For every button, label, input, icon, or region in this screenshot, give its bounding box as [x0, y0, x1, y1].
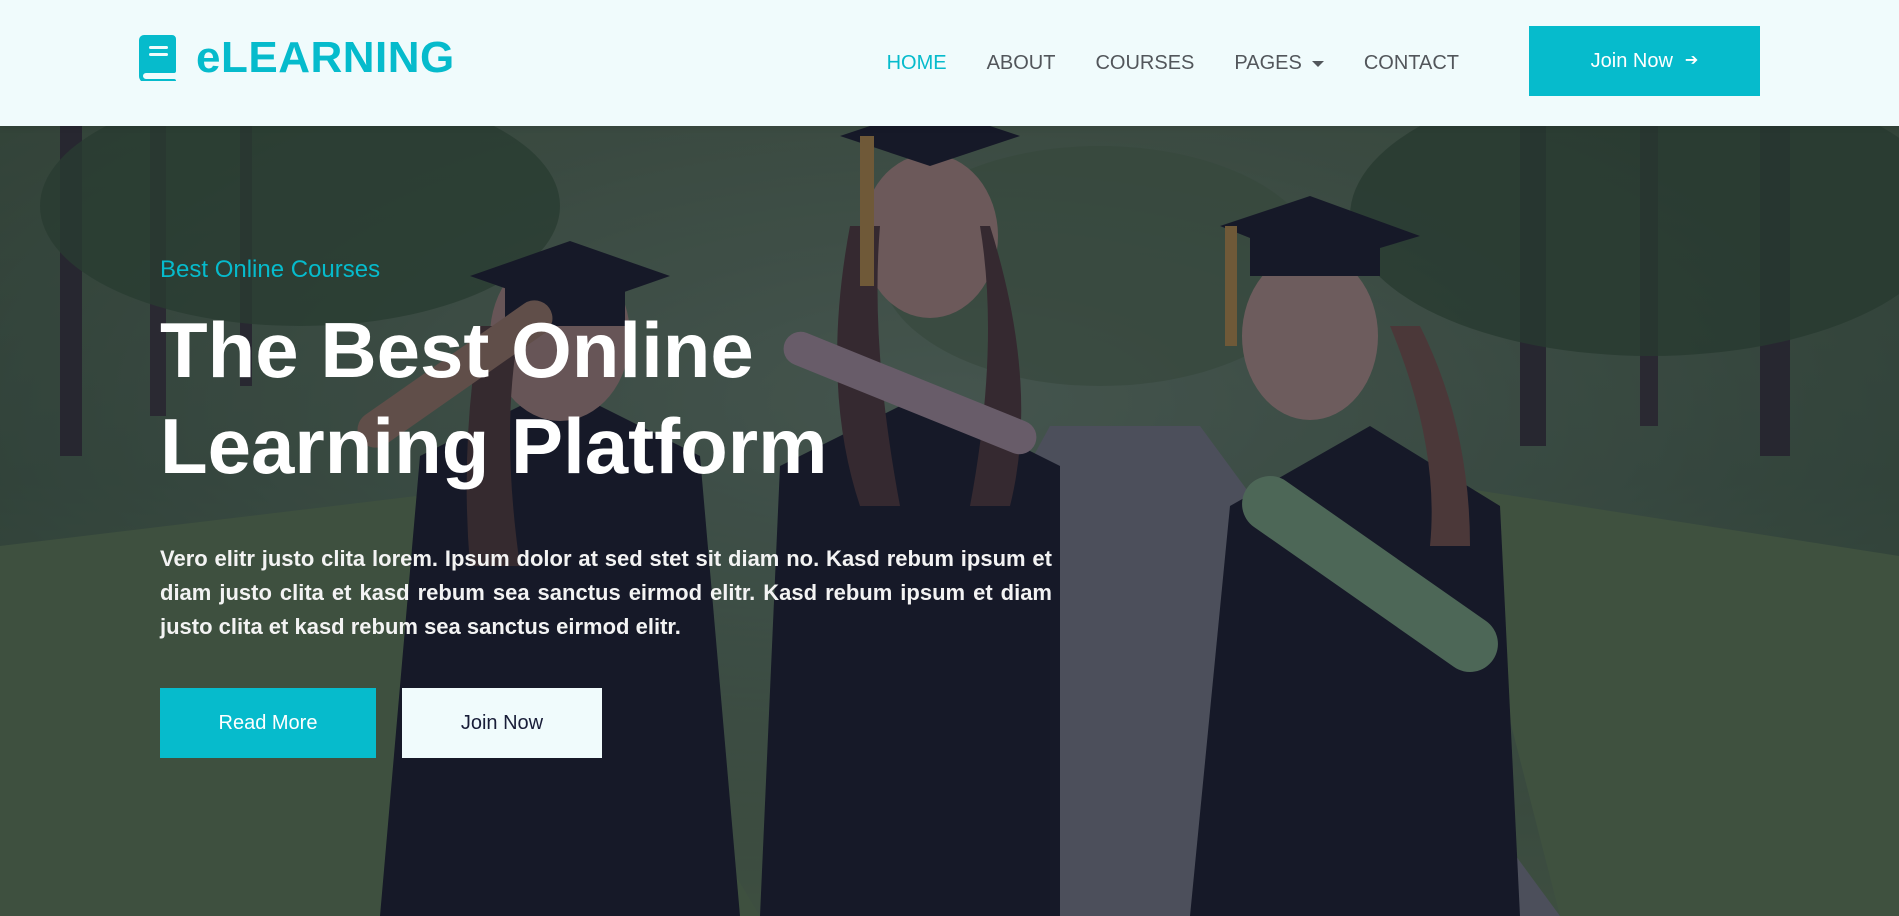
- read-more-button[interactable]: Read More: [160, 688, 376, 758]
- hero-eyebrow: Best Online Courses: [160, 256, 381, 283]
- join-now-nav-button[interactable]: Join Now ➔: [1529, 26, 1760, 96]
- brand-name: eLEARNING: [196, 33, 455, 82]
- hero-section: Best Online Courses The Best Online Lear…: [0, 126, 1899, 916]
- hero-buttons: Read More Join Now: [160, 688, 1052, 758]
- nav-contact[interactable]: CONTACT: [1364, 52, 1459, 75]
- hero-title: The Best Online Learning Platform: [160, 306, 828, 490]
- main-nav: HOME ABOUT COURSES PAGES CONTACT: [847, 0, 1459, 126]
- brand-logo[interactable]: eLEARNING: [138, 33, 455, 83]
- nav-home[interactable]: HOME: [887, 52, 947, 75]
- hero-description: Vero elitr justo clita lorem. Ipsum dolo…: [160, 546, 1052, 639]
- book-icon: [139, 35, 176, 81]
- navbar: eLEARNING HOME ABOUT COURSES PAGES CONTA…: [0, 0, 1899, 126]
- caret-down-icon: [1311, 61, 1324, 67]
- join-now-nav-label: Join Now: [1590, 49, 1673, 72]
- hero-content: Best Online Courses The Best Online Lear…: [160, 256, 1052, 758]
- nav-pages-label: PAGES: [1234, 51, 1302, 74]
- nav-about[interactable]: ABOUT: [987, 52, 1056, 75]
- join-now-button[interactable]: Join Now: [402, 688, 602, 758]
- nav-courses[interactable]: COURSES: [1095, 52, 1194, 75]
- arrow-right-icon: ➔: [1684, 52, 1699, 69]
- nav-pages-dropdown[interactable]: PAGES: [1234, 51, 1324, 75]
